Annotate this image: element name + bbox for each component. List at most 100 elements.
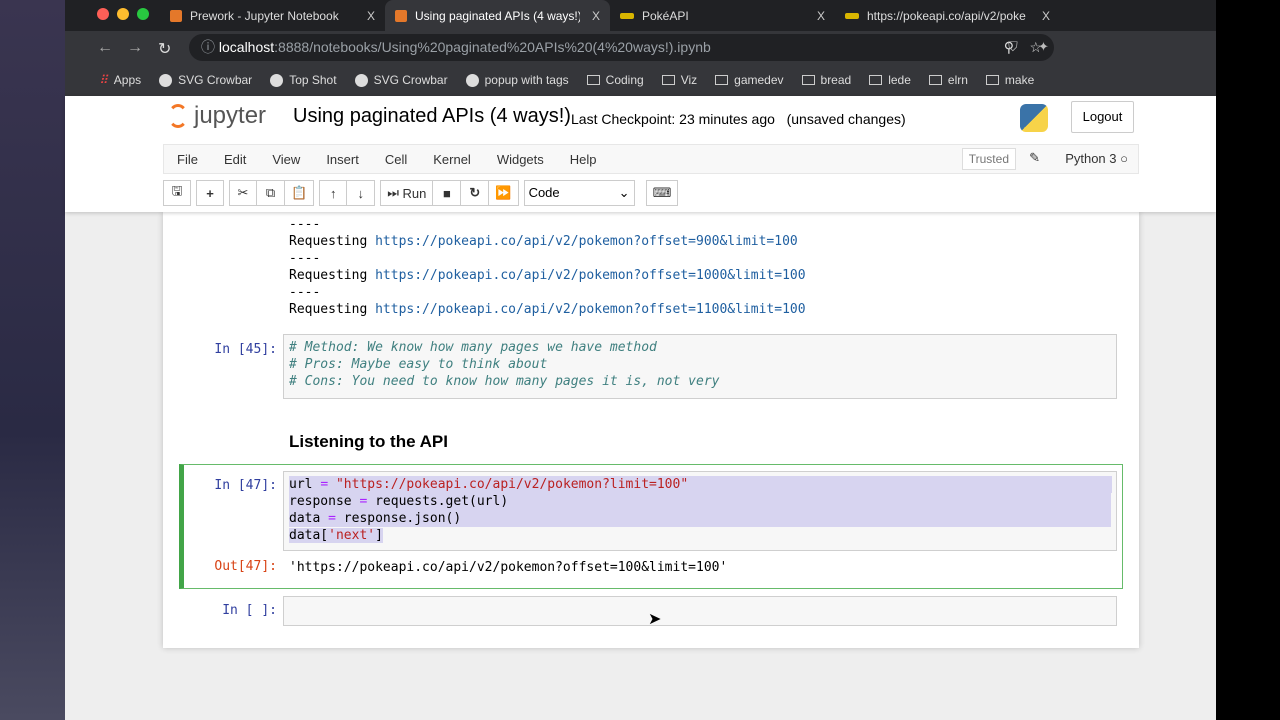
tab-label: https://pokeapi.co/api/v2/poke bbox=[867, 8, 1026, 23]
paste-icon: 📋 bbox=[291, 185, 308, 200]
copy-button[interactable]: ⧉ bbox=[257, 180, 285, 206]
kernel-indicator[interactable]: Python 3 ○ bbox=[1065, 151, 1128, 166]
pokeapi-favicon-icon bbox=[845, 12, 859, 19]
cell-output: 'https://pokeapi.co/api/v2/pokemon?offse… bbox=[289, 560, 728, 575]
globe-icon bbox=[159, 73, 173, 87]
tab-prework[interactable]: Prework - Jupyter Notebook X bbox=[160, 0, 385, 31]
bookmark-folder[interactable]: Viz bbox=[661, 73, 697, 87]
extension-shield-icon[interactable]: ⛉ bbox=[1008, 39, 1018, 55]
tab-close-button[interactable]: X bbox=[1042, 9, 1050, 23]
notebook-title[interactable]: Using paginated APIs (4 ways!) bbox=[293, 105, 571, 128]
menu-edit[interactable]: Edit bbox=[211, 152, 259, 167]
save-button[interactable]: 🖫 bbox=[163, 180, 191, 206]
restart-run-all-button[interactable]: ⏩ bbox=[489, 180, 519, 206]
tab-pokeapi-json[interactable]: https://pokeapi.co/api/v2/poke X bbox=[835, 0, 1060, 31]
bookmarks-bar: ⠿ Apps SVG Crowbar Top Shot SVG Crowbar p… bbox=[65, 64, 1216, 96]
globe-icon bbox=[354, 73, 368, 87]
jupyter-logo[interactable]: jupyter bbox=[168, 102, 266, 130]
address-bar-row: ← → ↻ ⓘ localhost:8888/notebooks/Using%2… bbox=[65, 31, 1216, 64]
globe-icon bbox=[270, 73, 284, 87]
cut-button[interactable]: ✂ bbox=[229, 180, 257, 206]
folder-icon bbox=[801, 75, 815, 85]
scissors-icon: ✂ bbox=[237, 185, 249, 200]
bookmark-folder[interactable]: gamedev bbox=[715, 73, 784, 87]
output-link[interactable]: https://pokeapi.co/api/v2/pokemon?offset… bbox=[375, 302, 805, 317]
jupyter-favicon-icon bbox=[170, 9, 182, 22]
empty-code-cell[interactable] bbox=[283, 596, 1117, 626]
extension-icon[interactable]: ✦ bbox=[1038, 39, 1049, 55]
menu-help[interactable]: Help bbox=[557, 152, 610, 167]
bookmark[interactable]: SVG Crowbar bbox=[354, 73, 448, 87]
minimize-button[interactable] bbox=[117, 8, 129, 20]
arrow-up-icon: ↑ bbox=[329, 185, 337, 201]
logout-button[interactable]: Logout bbox=[1071, 101, 1134, 133]
bookmark-folder[interactable]: make bbox=[985, 73, 1034, 87]
menu-file[interactable]: File bbox=[164, 152, 211, 167]
tab-paginated-apis[interactable]: Using paginated APIs (4 ways!) X bbox=[385, 0, 610, 31]
edit-pencil-icon[interactable]: ✎ bbox=[1029, 150, 1040, 166]
move-up-button[interactable]: ↑ bbox=[319, 180, 348, 206]
browser-chrome: Prework - Jupyter Notebook X Using pagina… bbox=[65, 0, 1216, 96]
pokeapi-favicon-icon bbox=[620, 12, 634, 19]
bookmark[interactable]: SVG Crowbar bbox=[159, 73, 252, 87]
restart-button[interactable]: ↻ bbox=[461, 180, 490, 206]
run-button[interactable]: ⏭ Run bbox=[380, 180, 434, 206]
window-controls[interactable] bbox=[97, 8, 149, 20]
tab-close-button[interactable]: X bbox=[817, 9, 825, 23]
bookmark-folder[interactable]: Coding bbox=[586, 73, 644, 87]
url-input[interactable]: ⓘ localhost:8888/notebooks/Using%20pagin… bbox=[189, 34, 1054, 61]
output-link[interactable]: https://pokeapi.co/api/v2/pokemon?offset… bbox=[375, 268, 805, 283]
url-path: :8888/notebooks/Using%20paginated%20APIs… bbox=[274, 39, 711, 55]
menu-widgets[interactable]: Widgets bbox=[484, 152, 557, 167]
tab-pokeapi[interactable]: PokéAPI X bbox=[610, 0, 835, 31]
url-host: localhost bbox=[218, 39, 275, 55]
forward-icon[interactable]: → bbox=[127, 39, 143, 57]
menu-bar: File Edit View Insert Cell Kernel Widget… bbox=[163, 144, 1139, 174]
output-link[interactable]: https://pokeapi.co/api/v2/pokemon?offset… bbox=[375, 234, 798, 249]
bookmark-apps[interactable]: ⠿ Apps bbox=[99, 73, 141, 87]
tab-label: Prework - Jupyter Notebook bbox=[190, 8, 339, 23]
back-icon[interactable]: ← bbox=[97, 39, 113, 57]
notebook-site[interactable]: ---- Requesting https://pokeapi.co/api/v… bbox=[65, 212, 1216, 720]
menu-view[interactable]: View bbox=[259, 152, 313, 167]
globe-icon bbox=[465, 73, 479, 87]
tab-close-button[interactable]: X bbox=[367, 9, 375, 23]
interrupt-button[interactable]: ■ bbox=[433, 180, 462, 206]
menu-insert[interactable]: Insert bbox=[313, 152, 372, 167]
tab-close-button[interactable]: X bbox=[592, 9, 600, 23]
cell-type-select[interactable]: Code ⌄ bbox=[523, 180, 635, 206]
markdown-heading: Listening to the API bbox=[289, 432, 448, 451]
command-palette-button[interactable]: ⌨ bbox=[645, 180, 679, 206]
bookmark-folder[interactable]: lede bbox=[869, 73, 911, 87]
close-window-button[interactable] bbox=[97, 8, 109, 20]
bookmark[interactable]: popup with tags bbox=[465, 73, 569, 87]
bookmark[interactable]: Top Shot bbox=[270, 73, 337, 87]
tab-label: PokéAPI bbox=[642, 8, 689, 23]
stop-icon: ■ bbox=[442, 185, 451, 201]
copy-icon: ⧉ bbox=[265, 185, 276, 200]
output-prompt: Out[47]: bbox=[214, 559, 277, 574]
paste-button[interactable]: 📋 bbox=[285, 180, 315, 206]
bookmark-folder[interactable]: elrn bbox=[928, 73, 968, 87]
desktop-background bbox=[0, 0, 65, 720]
menu-kernel[interactable]: Kernel bbox=[420, 152, 484, 167]
arrow-down-icon: ↓ bbox=[357, 185, 364, 201]
code-cell-47[interactable]: url = "https://pokeapi.co/api/v2/pokemon… bbox=[283, 471, 1117, 551]
notebook-container: ---- Requesting https://pokeapi.co/api/v… bbox=[163, 212, 1139, 648]
input-prompt: In [47]: bbox=[214, 478, 277, 493]
move-down-button[interactable]: ↓ bbox=[347, 180, 376, 206]
maximize-button[interactable] bbox=[137, 8, 149, 20]
insert-cell-button[interactable]: + bbox=[196, 180, 224, 206]
trusted-badge[interactable]: Trusted bbox=[961, 148, 1016, 170]
reload-icon[interactable]: ↻ bbox=[158, 39, 171, 59]
jupyter-favicon-icon bbox=[395, 9, 407, 22]
menu-cell[interactable]: Cell bbox=[372, 152, 420, 167]
step-forward-icon: ⏭ bbox=[387, 185, 399, 200]
folder-icon bbox=[586, 75, 600, 85]
fast-forward-icon: ⏩ bbox=[495, 185, 512, 200]
folder-icon bbox=[869, 75, 883, 85]
apps-grid-icon: ⠿ bbox=[99, 73, 108, 87]
keyboard-icon: ⌨ bbox=[652, 185, 672, 200]
bookmark-folder[interactable]: bread bbox=[801, 73, 851, 87]
code-cell-45[interactable]: # Method: We know how many pages we have… bbox=[283, 334, 1117, 399]
